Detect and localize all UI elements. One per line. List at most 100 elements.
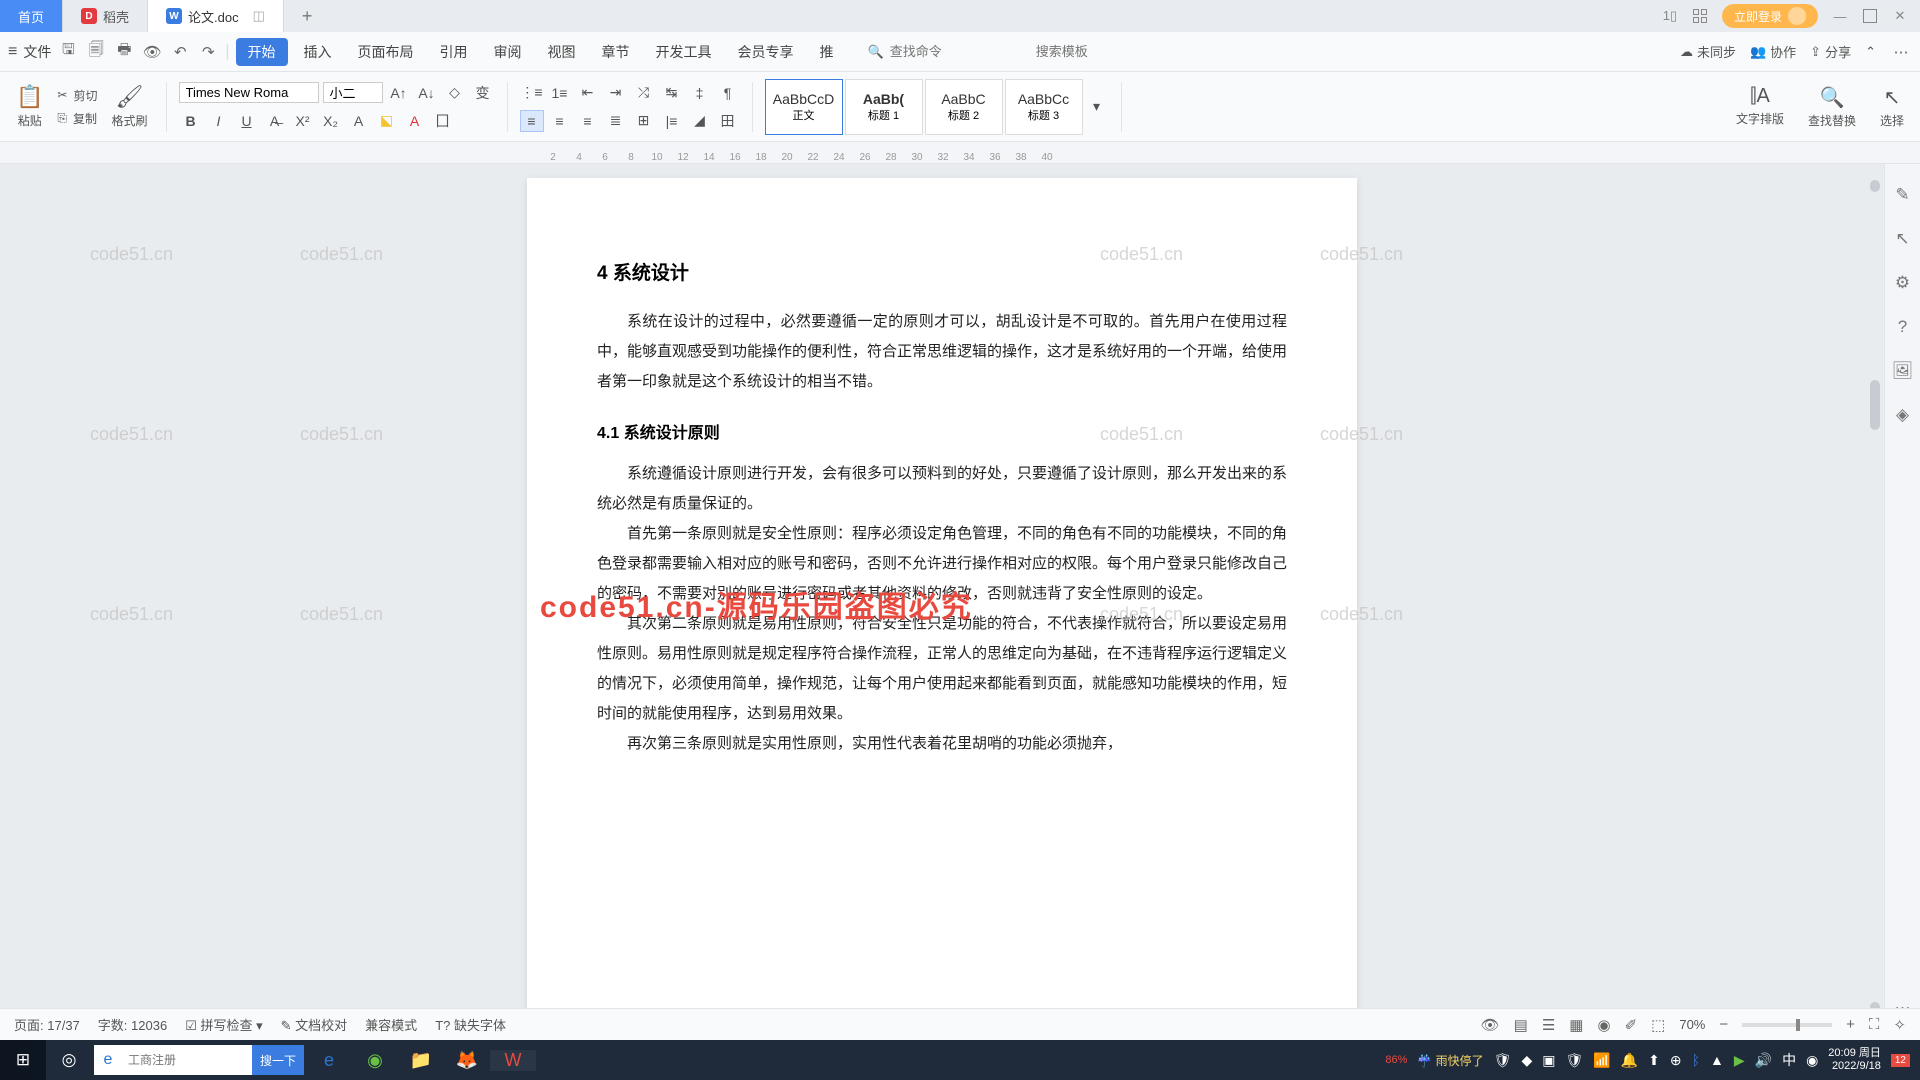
zoom-in-button[interactable]: + <box>1846 1016 1855 1033</box>
zoom-level[interactable]: 70% <box>1679 1017 1705 1032</box>
web-view-icon[interactable]: ▦ <box>1569 1016 1583 1034</box>
print-icon[interactable]: 🖶 <box>113 41 135 63</box>
pen-icon[interactable]: ✎ <box>1892 184 1914 206</box>
menu-start[interactable]: 开始 <box>236 38 288 66</box>
menu-up-icon[interactable]: ⌃ <box>1865 44 1876 60</box>
font-size-input[interactable] <box>323 82 383 103</box>
strike-button[interactable]: A̶ <box>263 110 287 132</box>
line-height-button[interactable]: |≡ <box>660 110 684 132</box>
ime-icon[interactable]: 中 <box>1782 1050 1796 1070</box>
clock[interactable]: 20:09 周日2022/9/18 <box>1828 1047 1881 1073</box>
shading-button[interactable]: ◢ <box>688 110 712 132</box>
tray-icon[interactable]: ⊕ <box>1670 1052 1682 1069</box>
subscript-button[interactable]: X₂ <box>319 110 343 132</box>
highlight-button[interactable]: ⬕ <box>375 110 399 132</box>
action-center-badge[interactable]: 12 <box>1891 1054 1910 1067</box>
command-search[interactable]: 🔍 <box>868 44 1176 60</box>
hamburger-icon[interactable]: ≡ <box>8 43 17 61</box>
tab-document[interactable]: W论文.doc◫ <box>148 0 284 32</box>
align-right-button[interactable]: ≡ <box>576 110 600 132</box>
proofread-button[interactable]: ✎ 文档校对 <box>281 1015 348 1034</box>
page-view-icon[interactable]: ▤ <box>1514 1016 1528 1034</box>
tray-icon[interactable]: ▣ <box>1542 1052 1555 1069</box>
arrow-icon[interactable]: ↖ <box>1892 228 1914 250</box>
compat-mode[interactable]: 兼容模式 <box>365 1015 417 1034</box>
minimize-button[interactable]: — <box>1832 9 1848 23</box>
scrollbar[interactable] <box>1868 180 1882 1014</box>
file-menu[interactable]: 文件 <box>23 42 51 62</box>
scroll-up-icon[interactable] <box>1870 180 1880 192</box>
menu-chapter[interactable]: 章节 <box>592 42 640 62</box>
read-view-icon[interactable]: ◉ <box>1597 1016 1610 1034</box>
word-count[interactable]: 字数: 12036 <box>98 1015 167 1034</box>
italic-button[interactable]: I <box>207 110 231 132</box>
sync-status[interactable]: ☁未同步 <box>1680 42 1736 61</box>
tray-icon[interactable]: 🛡 <box>1494 1052 1512 1069</box>
menu-vip[interactable]: 会员专享 <box>728 42 804 62</box>
align-center-button[interactable]: ≡ <box>548 110 572 132</box>
find-replace-button[interactable]: 🔍查找替换 <box>1802 85 1862 129</box>
undo-icon[interactable]: ↶ <box>169 41 191 63</box>
print-preview-icon[interactable]: 👁 <box>141 41 163 63</box>
tab-button[interactable]: ↹ <box>660 82 684 104</box>
save-as-icon[interactable]: 🗐 <box>85 41 107 63</box>
overflow-icon[interactable]: ⋯ <box>1890 41 1912 63</box>
bluetooth-icon[interactable]: ᛒ <box>1692 1052 1700 1068</box>
style-normal[interactable]: AaBbCcD正文 <box>765 79 843 135</box>
image-tool-icon[interactable]: 🖼 <box>1892 360 1914 382</box>
outline-view-icon[interactable]: ☰ <box>1542 1016 1555 1034</box>
app-ie[interactable]: e <box>306 1050 352 1071</box>
app-wps[interactable]: W <box>490 1050 536 1071</box>
volume-icon[interactable]: 🔊 <box>1755 1052 1772 1069</box>
grow-font-button[interactable]: A↑ <box>387 82 411 104</box>
app-360[interactable]: ◉ <box>352 1050 398 1071</box>
split-window-icon[interactable]: ◫ <box>253 8 265 24</box>
taskbar-search-button[interactable]: 搜一下 <box>252 1045 304 1075</box>
format-painter[interactable]: 🖌格式刷 <box>105 84 153 129</box>
styles-more-button[interactable]: ▾ <box>1085 96 1109 118</box>
text-layout-button[interactable]: ⫿A文字排版 <box>1730 85 1790 129</box>
scroll-thumb[interactable] <box>1870 380 1880 430</box>
zoom-out-button[interactable]: − <box>1719 1016 1728 1033</box>
bullets-button[interactable]: ⋮≡ <box>520 82 544 104</box>
clear-format-button[interactable]: ◇ <box>443 82 467 104</box>
shape-icon[interactable]: ◈ <box>1892 404 1914 426</box>
menu-insert[interactable]: 插入 <box>294 42 342 62</box>
distribute-button[interactable]: ⊞ <box>632 110 656 132</box>
notification-icon[interactable]: 🔔 <box>1621 1052 1638 1069</box>
font-color-button[interactable]: A <box>403 110 427 132</box>
search-template-input[interactable] <box>1036 44 1176 59</box>
text-effect-button[interactable]: A <box>347 110 371 132</box>
align-justify-button[interactable]: ≣ <box>604 110 628 132</box>
linespace-button[interactable]: ‡ <box>688 82 712 104</box>
cut-button[interactable]: ✂剪切 <box>57 87 97 104</box>
menu-devtools[interactable]: 开发工具 <box>646 42 722 62</box>
settings-icon[interactable]: ✧ <box>1893 1016 1906 1034</box>
phonetic-button[interactable]: 变 <box>471 82 495 104</box>
menu-reference[interactable]: 引用 <box>430 42 478 62</box>
sort-button[interactable]: ⤮ <box>632 82 656 104</box>
zoom-slider[interactable] <box>1742 1023 1832 1027</box>
align-left-button[interactable]: ≡ <box>520 110 544 132</box>
style-h2[interactable]: AaBbC标题 2 <box>925 79 1003 135</box>
app-explorer[interactable]: 📁 <box>398 1050 444 1071</box>
styles-gallery[interactable]: AaBbCcD正文 AaBb(标题 1 AaBbC标题 2 AaBbCc标题 3… <box>765 79 1109 135</box>
numbering-button[interactable]: 1≡ <box>548 82 572 104</box>
tray-icon[interactable]: ▶ <box>1734 1052 1745 1069</box>
taskbar-search-input[interactable] <box>122 1053 252 1067</box>
start-button[interactable]: ⊞ <box>0 1040 46 1080</box>
apps-icon[interactable] <box>1692 9 1708 23</box>
coop-button[interactable]: 👥协作 <box>1750 42 1796 61</box>
char-border-button[interactable]: 囗 <box>431 110 455 132</box>
tray-percent[interactable]: 86% <box>1385 1054 1407 1066</box>
tab-home[interactable]: 首页 <box>0 0 63 32</box>
tab-dao[interactable]: D稻壳 <box>63 0 148 32</box>
border-button[interactable]: 田 <box>716 110 740 132</box>
save-icon[interactable]: 🖫 <box>57 41 79 63</box>
help-icon[interactable]: ? <box>1892 316 1914 338</box>
document-area[interactable]: code51.cn-源码乐园盗图必究 4 系统设计 系统在设计的过程中，必然要遵… <box>0 164 1884 1032</box>
cortana-icon[interactable]: ◎ <box>46 1040 92 1080</box>
search-command-input[interactable] <box>890 44 1030 59</box>
sliders-icon[interactable]: ⚙ <box>1892 272 1914 294</box>
menu-more[interactable]: 推 <box>810 42 844 62</box>
